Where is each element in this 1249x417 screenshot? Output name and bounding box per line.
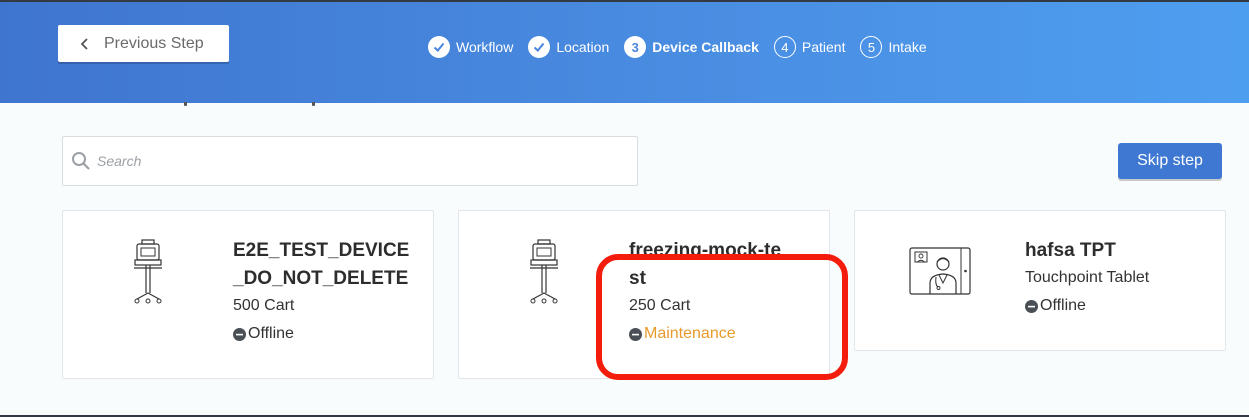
check-icon: [528, 36, 551, 58]
device-name: freezing-mock-te st: [629, 237, 781, 293]
app-frame: Previous Step Workflow Location 3 Device…: [0, 0, 1249, 417]
step-intake: 5 Intake: [860, 36, 927, 58]
chevron-left-icon: [80, 37, 88, 50]
step-number: 4: [773, 36, 796, 58]
device-name: E2E_TEST_DEVICE _DO_NOT_DELETE: [233, 237, 409, 293]
step-label: Patient: [801, 39, 846, 55]
device-card[interactable]: freezing-mock-te st 250 Cart Maintenance: [458, 210, 830, 379]
tablet-doctor-icon: [909, 247, 971, 295]
device-type: Touchpoint Tablet: [1025, 269, 1150, 286]
maintenance-status-icon: [629, 327, 642, 341]
step-location: Location: [528, 36, 609, 58]
device-name-line: _DO_NOT_DELETE: [233, 268, 409, 289]
step-indicator: Workflow Location 3 Device Callback 4 Pa…: [428, 35, 942, 59]
device-name-line: st: [629, 268, 646, 289]
search-icon: [72, 152, 90, 170]
step-patient: 4 Patient: [773, 36, 846, 58]
step-label: Location: [556, 39, 610, 55]
device-card[interactable]: E2E_TEST_DEVICE _DO_NOT_DELETE 500 Cart …: [62, 210, 434, 379]
device-card[interactable]: hafsa TPT Touchpoint Tablet Offline: [854, 210, 1226, 351]
status-text: Offline: [1040, 297, 1086, 314]
step-number: 3: [624, 36, 647, 58]
device-name-line: hafsa TPT: [1025, 240, 1116, 261]
device-type: 500 Cart: [233, 297, 295, 314]
device-name-line: freezing-mock-te: [629, 240, 782, 261]
step-number: 5: [860, 36, 883, 58]
step-device-callback: 3 Device Callback: [624, 36, 759, 58]
cart-icon: [134, 239, 162, 304]
wizard-header: Previous Step Workflow Location 3 Device…: [0, 2, 1249, 103]
step-label: Device Callback: [652, 39, 759, 55]
step-label: Workflow: [456, 39, 514, 55]
previous-step-button[interactable]: Previous Step: [58, 25, 229, 62]
device-status: Offline: [233, 325, 294, 343]
offline-status-icon: [233, 327, 246, 341]
check-icon: [428, 36, 450, 58]
offline-status-icon: [1025, 299, 1038, 313]
status-text: Offline: [248, 325, 294, 342]
skip-step-button[interactable]: Skip step: [1118, 143, 1222, 179]
step-workflow: Workflow: [428, 36, 513, 58]
previous-step-label: Previous Step: [104, 34, 204, 52]
search-input[interactable]: [97, 153, 597, 169]
device-name-line: E2E_TEST_DEVICE: [233, 240, 410, 261]
device-name: hafsa TPT: [1025, 237, 1116, 265]
search-box[interactable]: [62, 136, 638, 186]
device-status: Offline: [1025, 297, 1086, 315]
cart-icon: [530, 239, 558, 304]
device-status: Maintenance: [629, 325, 736, 343]
step-label: Intake: [888, 39, 927, 55]
status-text: Maintenance: [644, 325, 736, 342]
clipped-heading-fragment: [180, 102, 320, 108]
device-type: 250 Cart: [629, 297, 691, 314]
